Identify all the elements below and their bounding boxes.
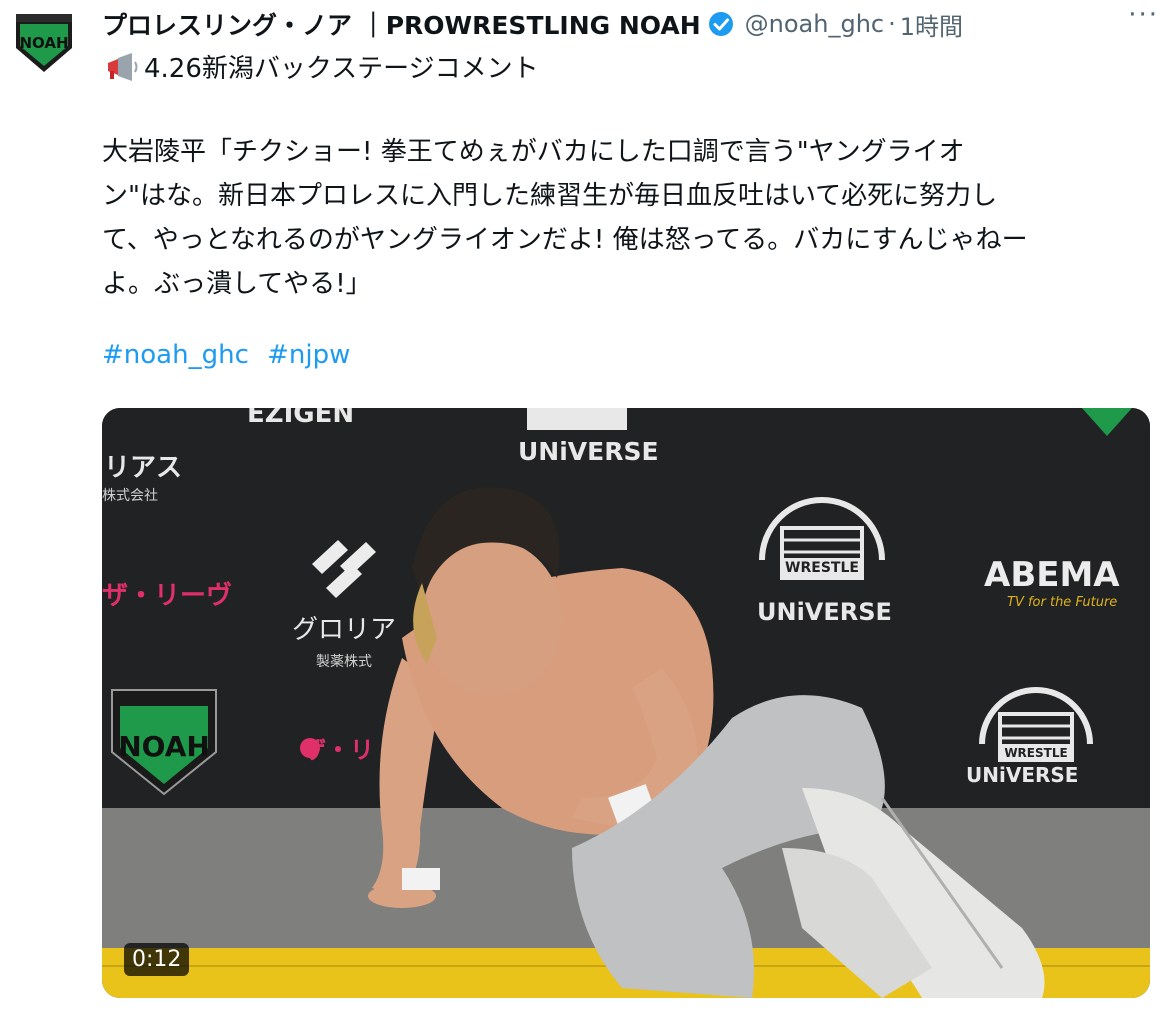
noah-logo-icon: NOAH	[16, 14, 72, 72]
video-duration: 0:12	[124, 943, 190, 976]
tweet-header: プロレスリング・ノア ｜PROWRESTLING NOAH @noah_ghc …	[102, 4, 1143, 44]
handle[interactable]: @noah_ghc	[745, 10, 884, 38]
tweet-body: 大岩陵平「チクショー! 拳王てめぇがバカにした口調で言う"ヤングライオ ン"はな…	[102, 130, 1152, 306]
body-line: ン"はな。新日本プロレスに入門した練習生が毎日血反吐はいて必死に努力し	[102, 181, 998, 211]
wrestle-universe-right: UNiVERSE	[966, 763, 1078, 787]
sponsor-riasu: リアス	[104, 453, 182, 483]
tweet[interactable]: NOAH プロレスリング・ノア ｜PROWRESTLING NOAH @noah…	[0, 0, 1163, 1018]
video-frame: EZIGEN リアス 株式会社 ザ・リーヴ ザ・リ グロリア 製薬株式 UNiV…	[102, 408, 1150, 998]
hashtags: #noah_ghc #njpw	[102, 340, 360, 370]
subtitle-text: 4.26新潟バックステージコメント	[144, 54, 539, 84]
display-name[interactable]: プロレスリング・ノア ｜PROWRESTLING NOAH	[102, 6, 701, 42]
body-line: 大岩陵平「チクショー! 拳王てめぇがバカにした口調で言う"ヤングライオ	[102, 137, 965, 167]
sponsor-ezigen: EZIGEN	[247, 408, 354, 429]
svg-text:NOAH: NOAH	[118, 730, 210, 763]
video-player[interactable]: EZIGEN リアス 株式会社 ザ・リーヴ ザ・リ グロリア 製薬株式 UNiV…	[102, 408, 1150, 998]
sponsor-seiyaku: 製薬株式	[316, 654, 372, 670]
svg-text:WRESTLE: WRESTLE	[785, 560, 859, 576]
wrestle-universe-top: UNiVERSE	[518, 437, 659, 466]
svg-text:WRESTLE: WRESTLE	[1004, 746, 1067, 760]
verified-badge-icon	[707, 10, 735, 38]
timestamp[interactable]: 1時間	[900, 7, 963, 42]
sponsor-abema: ABEMA	[984, 555, 1120, 595]
svg-text:NOAH: NOAH	[19, 34, 68, 52]
body-line: よ。ぶっ潰してやる!」	[102, 269, 372, 299]
sponsor-kabushiki: 株式会社	[102, 488, 158, 504]
sponsor-glorias: グロリア	[292, 615, 396, 645]
hashtag-link[interactable]: #njpw	[267, 340, 350, 370]
avatar[interactable]: NOAH	[10, 8, 78, 76]
megaphone-icon	[102, 52, 142, 81]
tweet-first-line: 4.26新潟バックステージコメント	[102, 48, 539, 85]
hashtag-link[interactable]: #noah_ghc	[102, 340, 249, 370]
wrestle-universe-center: UNiVERSE	[757, 598, 892, 626]
sponsor-abema-tagline: TV for the Future	[1007, 595, 1117, 610]
separator: ·	[888, 10, 896, 38]
sponsor-zarive: ザ・リーヴ	[102, 580, 232, 611]
more-options-icon[interactable]: ···	[1128, 0, 1159, 30]
body-line: て、やっとなれるのがヤングライオンだよ! 俺は怒ってる。バカにすんじゃねー	[102, 225, 1028, 255]
